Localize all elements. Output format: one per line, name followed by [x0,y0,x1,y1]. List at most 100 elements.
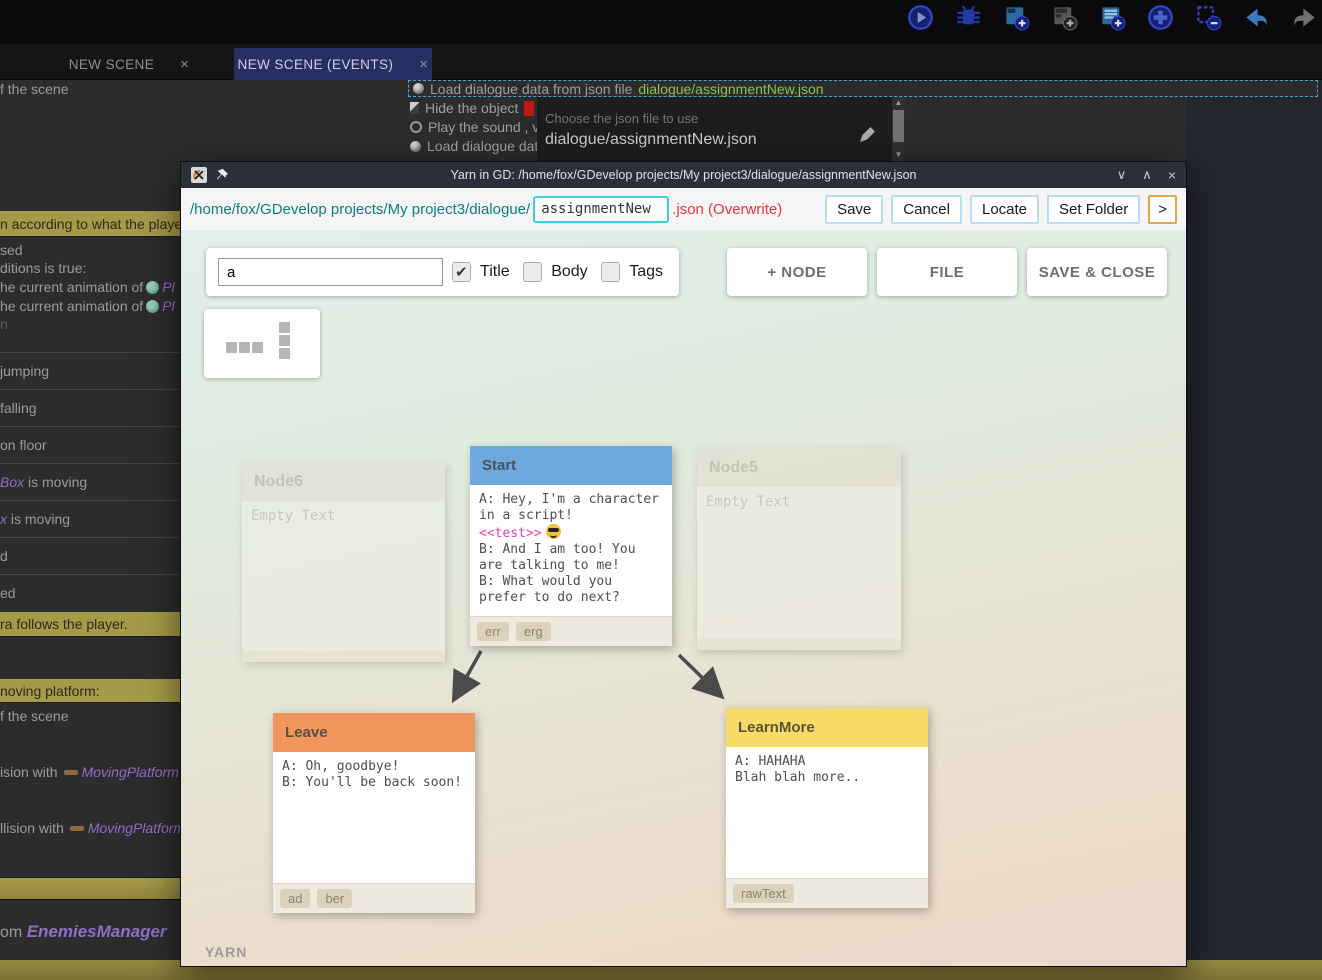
object-name: Pl [162,298,174,314]
hide-object-icon [410,102,419,114]
event-row[interactable]: falling [0,389,180,426]
comment-row[interactable]: n according to what the playe [0,211,180,237]
node-tag[interactable]: erg [516,622,551,641]
node-tag[interactable]: ad [280,889,310,908]
node-footer: err erg [470,616,672,646]
popup-value[interactable]: dialogue/assignmentNew.json [545,131,757,149]
tab-close-icon[interactable]: × [180,56,189,73]
node-title-bar[interactable]: Node6 [242,462,445,501]
button-label: SAVE & CLOSE [1039,264,1156,281]
window-titlebar[interactable]: Yarn in GD: /home/fox/GDevelop projects/… [181,162,1186,188]
search-body-checkbox[interactable] [523,262,543,282]
comment-row[interactable]: noving platform: [0,679,180,703]
add-external-layout-icon[interactable] [1051,4,1078,31]
event-file-parameter[interactable]: dialogue/assignmentNew.json [638,81,823,97]
scroll-down-icon[interactable]: ▼ [892,149,905,161]
node-tag[interactable]: err [477,622,509,641]
event-row[interactable]: Box is moving [0,463,180,500]
event-row[interactable]: llision withMovingPlatform [0,820,180,836]
cancel-button[interactable]: Cancel [891,195,962,224]
file-menu-button[interactable]: FILE [877,248,1017,296]
node-tag[interactable]: rawText [733,884,794,903]
window-rolldown-icon[interactable]: ∨ [1117,167,1127,183]
yarn-command: <<test>> [479,526,542,541]
scrollbar-thumb[interactable] [893,110,904,142]
event-text: om [0,924,22,941]
event-row[interactable]: ed [0,574,180,611]
undo-icon[interactable] [1243,4,1270,31]
tab-new-scene-events[interactable]: NEW SCENE (EVENTS) × [234,48,432,80]
event-text: jumping [0,363,49,379]
preview-play-icon[interactable] [907,4,934,31]
dialogue-text: B: And I am too! You are talking to me! … [479,542,636,605]
event-row[interactable]: ision withMovingPlatform [0,764,180,780]
minimap-widget[interactable] [204,309,320,378]
add-scene-icon[interactable] [1003,4,1030,31]
app-window: NEW SCENE × NEW SCENE (EVENTS) × Load di… [0,0,1322,980]
more-button[interactable]: > [1148,195,1177,224]
event-row[interactable]: he current animation ofPl [0,279,180,295]
scroll-up-icon[interactable]: ▲ [892,97,905,109]
minimap-node-dot [279,335,290,346]
tab-new-scene[interactable]: NEW SCENE × [24,48,234,80]
add-object-icon[interactable] [1147,4,1174,31]
debug-icon[interactable] [955,4,982,31]
event-row[interactable]: f the scene [0,81,180,97]
save-button[interactable]: Save [825,195,883,224]
event-row-sound[interactable]: Play the sound , v [410,119,539,135]
popup-scrollbar[interactable]: ▲ ▼ [892,97,905,161]
event-row[interactable]: on floor [0,426,180,463]
node-node5[interactable]: Node5 Empty Text [697,448,901,650]
window-close-icon[interactable]: × [1168,167,1176,183]
node-node6[interactable]: Node6 Empty Text [242,462,445,662]
remove-selection-icon[interactable] [1195,4,1222,31]
yarn-canvas[interactable]: ✔ Title Body Tags + NODE FILE SAVE & CLO… [181,230,1186,966]
edit-pencil-icon[interactable] [857,125,877,145]
window-rollup-icon[interactable]: ∧ [1142,167,1152,183]
node-start[interactable]: Start A: Hey, I'm a character in a scrip… [470,446,672,646]
comment-row[interactable]: ra follows the player. [0,612,180,637]
event-row[interactable]: om EnemiesManager [0,922,180,942]
event-row[interactable]: f the scene [0,708,180,724]
redo-icon[interactable] [1291,4,1318,31]
pin-icon[interactable] [215,168,229,182]
node-title: LearnMore [738,719,815,736]
node-title-bar[interactable]: Leave [273,713,475,752]
node-footer [697,639,901,650]
event-row[interactable]: x is moving [0,500,180,537]
node-title-bar[interactable]: LearnMore [726,708,928,747]
add-node-button[interactable]: + NODE [727,248,867,296]
node-tag[interactable]: ber [317,889,352,908]
event-row-load2[interactable]: Load dialogue dat [410,138,538,154]
event-row-selected[interactable]: Load dialogue data from json file dialog… [408,80,1318,97]
event-row[interactable]: n [0,316,180,332]
search-input[interactable] [218,258,443,286]
button-label: + NODE [767,264,826,281]
file-suffix-warning: .json (Overwrite) [672,201,782,218]
comment-row-empty[interactable] [0,877,180,900]
node-title-bar[interactable]: Start [470,446,672,485]
node-footer [242,651,445,662]
tab-close-icon[interactable]: × [419,56,428,73]
node-learnmore[interactable]: LearnMore A: HAHAHA Blah blah more.. raw… [726,708,928,908]
locate-button[interactable]: Locate [970,195,1039,224]
event-row[interactable]: ditions is true: [0,260,180,276]
search-title-checkbox[interactable]: ✔ [452,262,472,282]
event-row[interactable]: d [0,537,180,574]
set-folder-button[interactable]: Set Folder [1047,195,1140,224]
dialogue-text: A: Hey, I'm a character in a script! [479,492,659,523]
event-row[interactable]: he current animation ofPl [0,298,180,314]
node-leave[interactable]: Leave A: Oh, goodbye! B: You'll be back … [273,713,475,913]
minimap-node-dot [252,342,263,353]
node-title: Leave [285,724,328,741]
event-row[interactable]: sed [0,242,180,258]
filename-input[interactable] [533,196,669,223]
event-text: Load dialogue dat [427,138,538,154]
event-text: ision with [0,764,58,780]
node-title-bar[interactable]: Node5 [697,448,901,487]
search-tags-checkbox[interactable] [601,262,621,282]
save-and-close-button[interactable]: SAVE & CLOSE [1027,248,1167,296]
event-row-hide[interactable]: Hide the object [410,100,534,116]
add-external-events-icon[interactable] [1099,4,1126,31]
event-row[interactable]: jumping [0,352,180,389]
